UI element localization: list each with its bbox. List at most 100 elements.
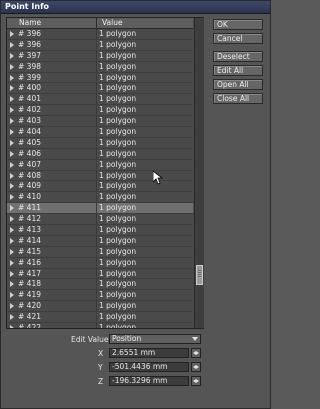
table-row[interactable]: # 415 1 polygon [7, 246, 193, 258]
table-row[interactable]: # 417 1 polygon [7, 268, 193, 280]
expand-arrow-icon[interactable] [10, 52, 14, 59]
x-field[interactable]: 2.6551 mm [109, 348, 189, 358]
row-divider [96, 246, 97, 257]
expand-arrow-icon[interactable] [10, 129, 14, 136]
expand-arrow-icon[interactable] [10, 259, 14, 266]
expand-arrow-icon[interactable] [10, 96, 14, 103]
row-name: # 418 [18, 279, 41, 289]
row-divider [96, 72, 97, 83]
row-divider [96, 290, 97, 301]
table-row[interactable]: # 413 1 polygon [7, 225, 193, 236]
expand-arrow-icon[interactable] [10, 172, 14, 179]
row-value: 1 polygon [99, 127, 137, 137]
expand-arrow-icon[interactable] [10, 85, 14, 92]
expand-arrow-icon[interactable] [10, 205, 14, 212]
y-field[interactable]: -501.4436 mm [109, 362, 189, 372]
table-row[interactable]: # 401 1 polygon [7, 94, 193, 106]
row-name: # 411 [18, 203, 41, 213]
expand-arrow-icon[interactable] [10, 292, 14, 299]
table-row[interactable]: # 408 1 polygon [7, 170, 193, 182]
table-row[interactable]: # 396 1 polygon [7, 39, 193, 51]
expand-arrow-icon[interactable] [10, 150, 14, 157]
expand-arrow-icon[interactable] [10, 216, 14, 223]
expand-arrow-icon[interactable] [10, 270, 14, 277]
row-value: 1 polygon [99, 268, 137, 278]
row-name: # 414 [18, 235, 41, 245]
row-divider [96, 170, 97, 181]
expand-arrow-icon[interactable] [10, 248, 14, 255]
z-field[interactable]: -196.3296 mm [109, 376, 189, 386]
table-row[interactable]: # 402 1 polygon [7, 105, 193, 117]
table-row[interactable]: # 410 1 polygon [7, 192, 193, 204]
expand-arrow-icon[interactable] [10, 74, 14, 81]
expand-arrow-icon[interactable] [10, 107, 14, 114]
expand-arrow-icon[interactable] [10, 118, 14, 125]
table-row[interactable]: # 419 1 polygon [7, 290, 193, 302]
expand-arrow-icon[interactable] [10, 139, 14, 146]
expand-arrow-icon[interactable] [10, 63, 14, 70]
table-row[interactable]: # 396 1 polygon [7, 29, 193, 40]
table-row[interactable]: # 403 1 polygon [7, 116, 193, 128]
table-row[interactable]: # 405 1 polygon [7, 137, 193, 149]
row-value: 1 polygon [99, 323, 137, 328]
table-row[interactable]: # 414 1 polygon [7, 235, 193, 247]
cancel-button[interactable]: Cancel [213, 33, 263, 44]
y-spinner-icon[interactable] [191, 362, 201, 372]
row-name: # 422 [18, 323, 41, 328]
table-row[interactable]: # 407 1 polygon [7, 159, 193, 171]
row-name: # 402 [18, 105, 41, 115]
open-all-button[interactable]: Open All [213, 79, 263, 90]
scrollbar-thumb[interactable] [196, 265, 203, 285]
expand-arrow-icon[interactable] [10, 41, 14, 48]
table-row[interactable]: # 398 1 polygon [7, 61, 193, 73]
row-value: 1 polygon [99, 72, 137, 82]
table-row[interactable]: # 412 1 polygon [7, 214, 193, 226]
deselect-button[interactable]: Deselect [213, 51, 263, 62]
x-spinner-icon[interactable] [191, 348, 201, 358]
table-row[interactable]: # 422 1 polygon [7, 323, 193, 328]
column-header-name[interactable]: Name [19, 18, 41, 28]
row-name: # 421 [18, 312, 41, 322]
row-name: # 420 [18, 301, 41, 311]
expand-arrow-icon[interactable] [10, 31, 14, 37]
z-spinner-icon[interactable] [191, 376, 201, 386]
table-row[interactable]: # 409 1 polygon [7, 181, 193, 193]
table-row[interactable]: # 400 1 polygon [7, 83, 193, 95]
title-bar[interactable]: Point Info [1, 1, 270, 14]
expand-arrow-icon[interactable] [10, 183, 14, 190]
row-name: # 410 [18, 192, 41, 202]
table-row[interactable]: # 420 1 polygon [7, 301, 193, 313]
row-divider [96, 214, 97, 225]
expand-arrow-icon[interactable] [10, 314, 14, 321]
ok-button[interactable]: OK [213, 19, 263, 30]
list-header: Name Value [7, 18, 193, 29]
table-row[interactable]: # 418 1 polygon [7, 279, 193, 291]
table-row[interactable]: # 421 1 polygon [7, 312, 193, 324]
expand-arrow-icon[interactable] [10, 237, 14, 244]
row-name: # 403 [18, 116, 41, 126]
table-row[interactable]: # 411 1 polygon [7, 203, 193, 215]
close-all-button[interactable]: Close All [213, 93, 263, 104]
table-row[interactable]: # 406 1 polygon [7, 148, 193, 160]
point-list[interactable]: Name Value # 396 1 polygon # 396 1 polygon #… [6, 17, 204, 329]
z-label: Z [98, 377, 104, 386]
expand-arrow-icon[interactable] [10, 303, 14, 310]
row-name: # 413 [18, 225, 41, 235]
row-name: # 412 [18, 214, 41, 224]
expand-arrow-icon[interactable] [10, 194, 14, 201]
table-row[interactable]: # 404 1 polygon [7, 127, 193, 138]
row-divider [96, 116, 97, 127]
edit-value-select[interactable]: Position [109, 334, 201, 344]
row-divider [96, 181, 97, 192]
table-row[interactable]: # 399 1 polygon [7, 72, 193, 84]
expand-arrow-icon[interactable] [10, 325, 14, 328]
expand-arrow-icon[interactable] [10, 227, 14, 234]
expand-arrow-icon[interactable] [10, 161, 14, 168]
vertical-scrollbar[interactable] [194, 18, 204, 328]
table-row[interactable]: # 416 1 polygon [7, 257, 193, 269]
table-row[interactable]: # 397 1 polygon [7, 50, 193, 62]
edit-all-button[interactable]: Edit All [213, 65, 263, 76]
row-name: # 407 [18, 159, 41, 169]
expand-arrow-icon[interactable] [10, 281, 14, 288]
column-header-value[interactable]: Value [102, 18, 123, 28]
